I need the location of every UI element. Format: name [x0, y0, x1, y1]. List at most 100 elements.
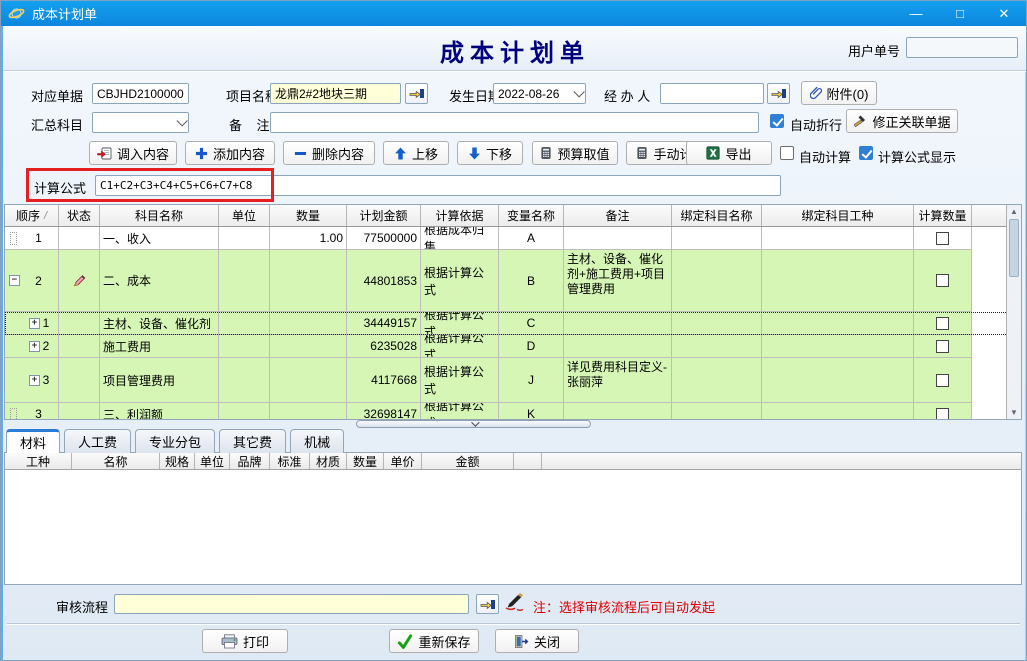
tab-machinery[interactable]: 机械 [290, 429, 344, 453]
approval-flow-picker-button[interactable] [476, 594, 499, 614]
cell-amount: 44801853 [347, 250, 421, 312]
col-header-subject[interactable]: 科目名称 [100, 205, 219, 226]
attachment-button[interactable]: 附件(0) [801, 81, 877, 105]
budget-value-button[interactable]: 预算取值 [532, 141, 618, 165]
tab-other-fee[interactable]: 其它费 [219, 429, 286, 453]
tab-material[interactable]: 材料 [6, 429, 60, 453]
col-header-basis[interactable]: 计算依据 [421, 205, 499, 226]
cell-remark: 详见费用科目定义-张丽萍 [564, 358, 672, 403]
col-header-calc-qty[interactable]: 计算数量 [914, 205, 972, 226]
scrollbar-thumb[interactable] [1009, 219, 1019, 277]
table-row[interactable]: − 2 二、成本 44801853 根据计算公式 B 主材、设备、催化剂+施工费… [5, 250, 1008, 312]
col-header-brand[interactable]: 品牌 [230, 453, 270, 469]
scroll-up-icon[interactable]: ▲ [1007, 207, 1021, 216]
detail-grid-body[interactable] [5, 470, 1021, 584]
scroll-down-icon[interactable]: ▼ [1007, 408, 1021, 417]
col-header-amount[interactable]: 计划金额 [347, 205, 421, 226]
splitter-handle[interactable] [356, 420, 591, 428]
approval-flow-input[interactable] [114, 594, 469, 614]
col-header-price[interactable]: 单价 [384, 453, 422, 469]
cell-unit [219, 358, 270, 403]
col-header-status[interactable]: 状态 [59, 205, 100, 226]
load-content-button[interactable]: 调入内容 [89, 141, 177, 165]
project-picker-button[interactable] [405, 83, 428, 104]
calc-qty-checkbox[interactable] [936, 232, 949, 245]
col-header-spec[interactable]: 规格 [160, 453, 195, 469]
calc-qty-checkbox[interactable] [936, 317, 949, 330]
user-no-input[interactable] [906, 37, 1018, 58]
save-button[interactable]: 重新保存 [389, 629, 479, 653]
calc-qty-checkbox[interactable] [936, 408, 949, 421]
doc-input[interactable] [92, 83, 189, 104]
col-header-unit[interactable]: 单位 [195, 453, 230, 469]
cell-remark [564, 335, 672, 358]
summary-subject-combobox[interactable] [92, 112, 189, 133]
detail-grid-header: 工种 名称 规格 单位 品牌 标准 材质 数量 单价 金额 [5, 453, 1021, 470]
table-row[interactable]: + 2 施工费用 6235028 根据计算公式 D [5, 335, 1008, 358]
col-header-bind-subject[interactable]: 绑定科目名称 [672, 205, 762, 226]
window-title: 成本计划单 [32, 4, 97, 23]
cell-remark [564, 312, 672, 335]
table-row[interactable]: + 3 项目管理费用 4117668 根据计算公式 J 详见费用科目定义-张丽萍 [5, 358, 1008, 403]
col-header-bind-worktype[interactable]: 绑定科目工种 [762, 205, 914, 226]
move-down-label: 下移 [486, 144, 512, 163]
close-button[interactable]: ✕ [982, 1, 1026, 26]
vertical-scrollbar[interactable]: ▲ ▼ [1006, 205, 1021, 419]
table-row[interactable]: 3 三、利润额 32698147 根据计算公式 K [5, 403, 1008, 420]
handler-input[interactable] [660, 83, 764, 104]
note-input[interactable] [270, 112, 759, 133]
col-header-qty[interactable]: 数量 [347, 453, 384, 469]
col-header-name[interactable]: 名称 [72, 453, 160, 469]
col-header-texture[interactable]: 材质 [310, 453, 347, 469]
export-button[interactable]: 导出 [686, 141, 772, 165]
move-up-button[interactable]: 上移 [383, 141, 449, 165]
add-content-button[interactable]: 添加内容 [185, 141, 275, 165]
col-header-worktype[interactable]: 工种 [5, 453, 72, 469]
table-row[interactable]: 1 一、收入 1.00 77500000 根据成本归集 A [5, 227, 1008, 250]
close-form-button[interactable]: 关闭 [495, 629, 579, 653]
move-down-button[interactable]: 下移 [457, 141, 523, 165]
col-header-remark[interactable]: 备注 [564, 205, 672, 226]
fix-linked-doc-button[interactable]: 修正关联单据 [846, 109, 958, 133]
hand-pointer-icon [480, 598, 496, 611]
hand-pointer-icon [771, 87, 787, 100]
autowrap-checkbox[interactable] [770, 114, 784, 128]
col-header-amount[interactable]: 金额 [422, 453, 514, 469]
expand-icon[interactable]: + [29, 375, 40, 386]
cell-unit [219, 312, 270, 335]
formula-input[interactable] [95, 175, 781, 196]
date-value: 2022-08-26 [498, 87, 559, 101]
budget-value-label: 预算取值 [557, 144, 609, 163]
col-header-variable[interactable]: 变量名称 [499, 205, 564, 226]
tab-labor[interactable]: 人工费 [64, 429, 131, 453]
collapse-icon[interactable]: − [9, 275, 20, 286]
exit-door-icon [514, 634, 529, 649]
tab-subcontract[interactable]: 专业分包 [135, 429, 215, 453]
calc-qty-checkbox[interactable] [936, 374, 949, 387]
minimize-button[interactable]: — [894, 1, 938, 26]
expand-icon[interactable]: + [29, 318, 40, 329]
col-header-standard[interactable]: 标准 [270, 453, 310, 469]
cell-bind-worktype [762, 227, 914, 250]
show-formula-checkbox[interactable] [859, 146, 873, 160]
cell-unit [219, 335, 270, 358]
calc-qty-checkbox[interactable] [936, 340, 949, 353]
table-row-selected[interactable]: + 1 主材、设备、催化剂 34449157 根据计算公式 C [5, 312, 1008, 335]
autocalc-checkbox[interactable] [780, 146, 794, 160]
project-input[interactable] [270, 83, 401, 104]
expand-icon[interactable]: + [29, 341, 40, 352]
col-header-seq[interactable]: 顺序/ [5, 205, 59, 226]
print-button[interactable]: 打印 [202, 629, 288, 653]
col-header-unit[interactable]: 单位 [219, 205, 270, 226]
maximize-button[interactable]: □ [938, 1, 982, 26]
pencil-status-icon [72, 273, 87, 288]
cell-bind-subject [672, 335, 762, 358]
handler-picker-button[interactable] [767, 83, 790, 104]
sign-pen-icon[interactable] [504, 591, 526, 611]
plus-icon [195, 147, 208, 160]
delete-content-button[interactable]: 删除内容 [283, 141, 375, 165]
check-icon [397, 634, 413, 649]
col-header-qty[interactable]: 数量 [270, 205, 347, 226]
date-combobox[interactable]: 2022-08-26 [493, 83, 586, 104]
calc-qty-checkbox[interactable] [936, 274, 949, 287]
